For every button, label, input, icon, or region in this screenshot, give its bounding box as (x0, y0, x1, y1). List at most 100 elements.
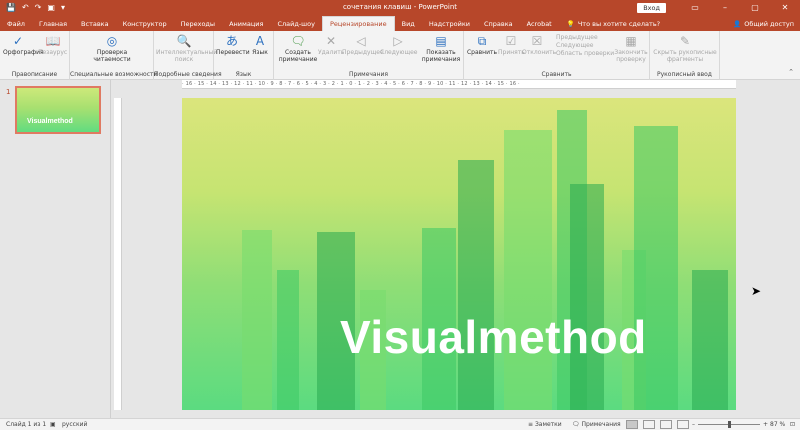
ribbon-display-options-icon[interactable]: ▭ (680, 0, 710, 15)
group-label-compare: Сравнить (541, 71, 572, 78)
zoom-in-button[interactable]: + (763, 419, 768, 430)
share-button[interactable]: 👤 Общий доступ (733, 17, 794, 31)
reading-view-button[interactable] (660, 420, 672, 429)
translate-icon: あ (225, 34, 238, 48)
zoom-level[interactable]: 87 % (770, 419, 785, 430)
tab-file[interactable]: Файл (0, 17, 32, 31)
group-label-insights: Подробные сведения (154, 71, 222, 78)
accept-button[interactable]: ☑ Принять (498, 34, 525, 57)
tab-acrobat[interactable]: Acrobat (520, 17, 559, 31)
spelling-icon: ✓ (12, 34, 24, 48)
collapse-ribbon-icon[interactable]: ⌃ (788, 68, 794, 76)
reject-button[interactable]: ☒ Отклонить (522, 34, 556, 57)
end-review-button[interactable]: ▦ Закончить проверку (614, 34, 648, 63)
slide-thumbnail[interactable]: Visualmethod (15, 86, 101, 134)
new-comment-button[interactable]: 🗨 Создать примечание (276, 34, 320, 63)
compare-button[interactable]: ⧉ Сравнить (466, 34, 498, 57)
language-icon: A (255, 34, 265, 48)
save-icon[interactable]: 💾 (6, 0, 16, 15)
slideshow-view-button[interactable] (677, 420, 689, 429)
change-navigation: Предыдущее Следующее Область проверки (556, 34, 614, 58)
end-review-icon: ▦ (625, 34, 637, 48)
slideshow-icon[interactable]: ▣ (47, 0, 55, 15)
accessibility-icon: ◎ (106, 34, 118, 48)
group-label-proofing: Правописание (11, 71, 58, 78)
customize-qat-icon[interactable]: ▾ (61, 0, 65, 15)
close-button[interactable]: ✕ (770, 0, 800, 15)
signin-button[interactable]: Вход (637, 2, 666, 13)
show-comments-button[interactable]: ▤ Показать примечания (420, 34, 462, 63)
group-compare: ⧉ Сравнить ☑ Принять ☒ Отклонить Предыду… (464, 31, 650, 80)
title-bar: 💾 ↶ ↷ ▣ ▾ сочетания клавиш - PowerPoint … (0, 0, 800, 15)
tab-design[interactable]: Конструктор (116, 17, 174, 31)
tab-addins[interactable]: Надстройки (422, 17, 477, 31)
new-comment-icon: 🗨 (290, 34, 306, 48)
tab-transitions[interactable]: Переходы (174, 17, 222, 31)
slide-canvas[interactable]: Visualmethod (182, 98, 736, 410)
group-label-accessibility: Специальные возможности (70, 71, 158, 78)
zoom-out-button[interactable]: – (692, 419, 695, 430)
restore-button[interactable]: ▢ (740, 0, 770, 15)
normal-view-button[interactable] (626, 420, 638, 429)
previous-change-button[interactable]: Предыдущее (556, 34, 614, 42)
mouse-pointer-icon: ➤ (751, 284, 762, 298)
minimize-button[interactable]: – (710, 0, 740, 15)
building (504, 130, 552, 410)
previous-comment-button[interactable]: ◁ Предыдущее (342, 34, 384, 57)
tab-animations[interactable]: Анимация (222, 17, 270, 31)
group-accessibility: ◎ Проверка читаемости Специальные возмож… (70, 31, 158, 80)
next-change-button[interactable]: Следующее (556, 42, 614, 50)
group-comments: 🗨 Создать примечание ✕ Удалить ◁ Предыду… (274, 31, 464, 80)
translate-button[interactable]: あ Перевести (216, 34, 250, 57)
compare-icon: ⧉ (477, 34, 487, 48)
tab-view[interactable]: Вид (395, 17, 422, 31)
building (570, 184, 604, 410)
language-indicator[interactable]: русский (62, 419, 87, 430)
previous-comment-icon: ◁ (356, 34, 366, 48)
zoom-slider-handle[interactable] (728, 421, 731, 428)
tell-me-search[interactable]: 💡 Что вы хотите сделать? (567, 17, 660, 31)
tab-review[interactable]: Рецензирование (321, 16, 395, 31)
comments-button[interactable]: 🗨 Примечания (572, 419, 621, 430)
undo-icon[interactable]: ↶ (22, 0, 29, 15)
delete-comment-button[interactable]: ✕ Удалить (318, 34, 344, 57)
building (458, 160, 494, 410)
group-label-ink: Рукописный ввод (657, 71, 712, 78)
smart-lookup-button[interactable]: 🔍 Интеллектуальный поиск (156, 34, 217, 63)
ribbon-review: ✓ Орфография 📖 Тезаурус Правописание ◎ П… (0, 31, 800, 80)
slide-title[interactable]: Visualmethod (340, 310, 647, 364)
redo-icon[interactable]: ↷ (35, 0, 42, 15)
building (634, 126, 678, 410)
share-label: Общий доступ (744, 20, 794, 28)
show-comments-icon: ▤ (435, 34, 447, 48)
language-button[interactable]: A Язык (248, 34, 272, 57)
lightbulb-icon: 💡 (566, 20, 575, 28)
group-label-comments: Примечания (348, 71, 389, 78)
group-ink: ✎ Скрыть рукописные фрагменты Рукописный… (650, 31, 720, 80)
fit-to-window-icon[interactable]: ⊡ (790, 419, 795, 430)
next-comment-button[interactable]: ▷ Следующее (380, 34, 418, 57)
spelling-button[interactable]: ✓ Орфография (3, 34, 44, 57)
reviewing-pane-button[interactable]: Область проверки (556, 50, 614, 58)
group-language: あ Перевести A Язык Язык (214, 31, 274, 80)
group-label-language: Язык (235, 71, 252, 78)
hide-ink-button[interactable]: ✎ Скрыть рукописные фрагменты (652, 34, 718, 63)
ribbon-tabs: Файл Главная Вставка Конструктор Переход… (0, 15, 800, 31)
tab-slideshow[interactable]: Слайд-шоу (270, 17, 322, 31)
next-comment-icon: ▷ (393, 34, 403, 48)
thesaurus-button[interactable]: 📖 Тезаурус (38, 34, 68, 57)
pen-icon: ✎ (679, 34, 691, 48)
tab-help[interactable]: Справка (477, 17, 520, 31)
building (277, 270, 299, 410)
delete-comment-icon: ✕ (325, 34, 337, 48)
pane-splitter[interactable] (110, 80, 111, 418)
tell-me-text: Что вы хотите сделать? (577, 20, 661, 28)
slide-sorter-button[interactable] (643, 420, 655, 429)
tab-insert[interactable]: Вставка (74, 17, 116, 31)
tab-home[interactable]: Главная (32, 17, 74, 31)
building (242, 230, 272, 410)
notes-button[interactable]: ≡ Заметки (528, 419, 562, 430)
person-icon: 👤 (733, 20, 742, 28)
proofing-icon[interactable]: ▣ (50, 419, 56, 430)
check-accessibility-button[interactable]: ◎ Проверка читаемости (90, 34, 134, 63)
